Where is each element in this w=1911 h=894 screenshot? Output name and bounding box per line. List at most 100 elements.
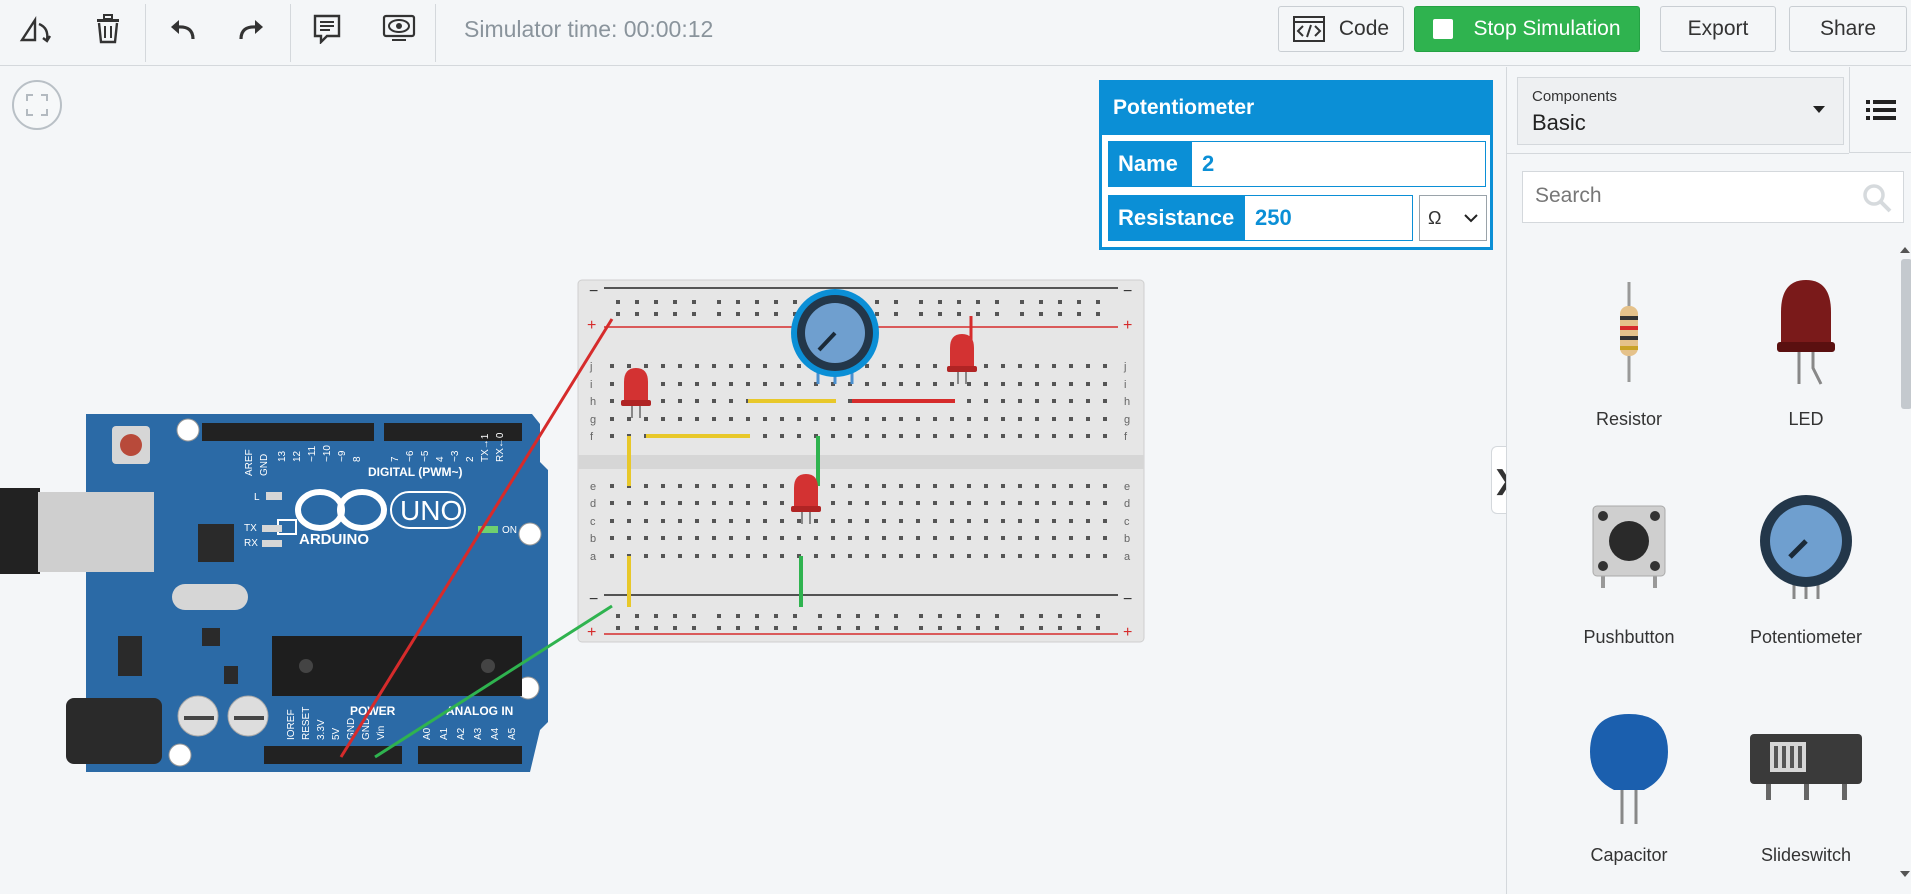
breadboard-hole[interactable]: [1069, 382, 1073, 386]
breadboard-hole[interactable]: [967, 484, 971, 488]
breadboard-hole[interactable]: [984, 417, 988, 421]
breadboard-hole[interactable]: [780, 364, 784, 368]
breadboard-hole[interactable]: [848, 484, 852, 488]
breadboard-hole[interactable]: [882, 536, 886, 540]
components-dropdown[interactable]: Components Basic: [1517, 77, 1844, 145]
breadboard-hole[interactable]: [984, 399, 988, 403]
breadboard-hole[interactable]: [1052, 434, 1056, 438]
breadboard-hole[interactable]: [644, 417, 648, 421]
breadboard-hole[interactable]: [957, 300, 961, 304]
breadboard-hole[interactable]: [1096, 312, 1100, 316]
breadboard-hole[interactable]: [865, 484, 869, 488]
breadboard-hole[interactable]: [736, 312, 740, 316]
breadboard-hole[interactable]: [717, 312, 721, 316]
breadboard-hole[interactable]: [1103, 554, 1107, 558]
breadboard-hole[interactable]: [1018, 501, 1022, 505]
breadboard-hole[interactable]: [837, 614, 841, 618]
breadboard-hole[interactable]: [692, 626, 696, 630]
breadboard-hole[interactable]: [1069, 519, 1073, 523]
breadboard-hole[interactable]: [635, 626, 639, 630]
component-pushbutton[interactable]: Pushbutton: [1541, 475, 1717, 685]
breadboard-hole[interactable]: [882, 519, 886, 523]
breadboard-hole[interactable]: [938, 312, 942, 316]
stop-simulation-button[interactable]: Stop Simulation: [1414, 6, 1640, 52]
breadboard-hole[interactable]: [763, 501, 767, 505]
breadboard-hole[interactable]: [1103, 484, 1107, 488]
breadboard-hole[interactable]: [916, 501, 920, 505]
breadboard-hole[interactable]: [661, 484, 665, 488]
search-icon[interactable]: [1861, 182, 1893, 214]
breadboard-hole[interactable]: [882, 364, 886, 368]
breadboard-hole[interactable]: [1103, 364, 1107, 368]
breadboard-hole[interactable]: [692, 300, 696, 304]
breadboard-hole[interactable]: [678, 501, 682, 505]
breadboard-hole[interactable]: [899, 501, 903, 505]
breadboard-hole[interactable]: [1086, 382, 1090, 386]
circuit-canvas[interactable]: − + − + − + − + jjiihhggffeeddccbbaa ARD…: [0, 67, 1506, 894]
breadboard-hole[interactable]: [1001, 399, 1005, 403]
breadboard-hole[interactable]: [848, 434, 852, 438]
breadboard-hole[interactable]: [712, 501, 716, 505]
breadboard-hole[interactable]: [763, 519, 767, 523]
breadboard-hole[interactable]: [1001, 417, 1005, 421]
breadboard-hole[interactable]: [831, 519, 835, 523]
breadboard-hole[interactable]: [1103, 434, 1107, 438]
breadboard-hole[interactable]: [1103, 382, 1107, 386]
breadboard-hole[interactable]: [763, 434, 767, 438]
breadboard-hole[interactable]: [919, 614, 923, 618]
list-view-button[interactable]: [1849, 67, 1911, 153]
breadboard-hole[interactable]: [865, 501, 869, 505]
breadboard-hole[interactable]: [967, 536, 971, 540]
breadboard-hole[interactable]: [1086, 434, 1090, 438]
breadboard-hole[interactable]: [695, 417, 699, 421]
breadboard-hole[interactable]: [610, 501, 614, 505]
breadboard-hole[interactable]: [856, 614, 860, 618]
breadboard-hole[interactable]: [797, 364, 801, 368]
breadboard-hole[interactable]: [673, 300, 677, 304]
breadboard-hole[interactable]: [1039, 300, 1043, 304]
component-slideswitch[interactable]: Slideswitch: [1718, 693, 1894, 894]
breadboard-hole[interactable]: [616, 614, 620, 618]
breadboard-hole[interactable]: [984, 364, 988, 368]
breadboard-hole[interactable]: [984, 382, 988, 386]
breadboard-hole[interactable]: [984, 519, 988, 523]
share-button[interactable]: Share: [1789, 6, 1907, 52]
breadboard-hole[interactable]: [984, 434, 988, 438]
breadboard-hole[interactable]: [1035, 536, 1039, 540]
breadboard-hole[interactable]: [695, 484, 699, 488]
breadboard-hole[interactable]: [774, 626, 778, 630]
breadboard-hole[interactable]: [1103, 417, 1107, 421]
delete-button[interactable]: [72, 0, 144, 58]
breadboard-hole[interactable]: [736, 300, 740, 304]
breadboard-hole[interactable]: [793, 300, 797, 304]
breadboard-hole[interactable]: [712, 519, 716, 523]
breadboard-hole[interactable]: [755, 312, 759, 316]
breadboard-hole[interactable]: [695, 536, 699, 540]
breadboard-hole[interactable]: [1103, 519, 1107, 523]
breadboard-hole[interactable]: [661, 519, 665, 523]
breadboard-hole[interactable]: [1096, 614, 1100, 618]
breadboard-hole[interactable]: [780, 554, 784, 558]
breadboard-hole[interactable]: [695, 399, 699, 403]
breadboard-hole[interactable]: [995, 300, 999, 304]
breadboard-hole[interactable]: [616, 312, 620, 316]
breadboard-hole[interactable]: [717, 300, 721, 304]
breadboard-hole[interactable]: [654, 312, 658, 316]
breadboard-hole[interactable]: [1035, 501, 1039, 505]
breadboard-hole[interactable]: [899, 434, 903, 438]
breadboard-hole[interactable]: [1018, 382, 1022, 386]
breadboard-hole[interactable]: [635, 300, 639, 304]
breadboard-hole[interactable]: [1035, 484, 1039, 488]
breadboard-hole[interactable]: [695, 501, 699, 505]
breadboard-hole[interactable]: [797, 417, 801, 421]
breadboard-hole[interactable]: [1035, 382, 1039, 386]
breadboard-hole[interactable]: [712, 536, 716, 540]
breadboard-hole[interactable]: [1103, 536, 1107, 540]
breadboard-hole[interactable]: [673, 312, 677, 316]
breadboard-hole[interactable]: [1001, 536, 1005, 540]
breadboard-hole[interactable]: [950, 484, 954, 488]
breadboard-hole[interactable]: [1052, 399, 1056, 403]
breadboard-hole[interactable]: [797, 382, 801, 386]
breadboard-hole[interactable]: [627, 536, 631, 540]
breadboard-hole[interactable]: [712, 382, 716, 386]
